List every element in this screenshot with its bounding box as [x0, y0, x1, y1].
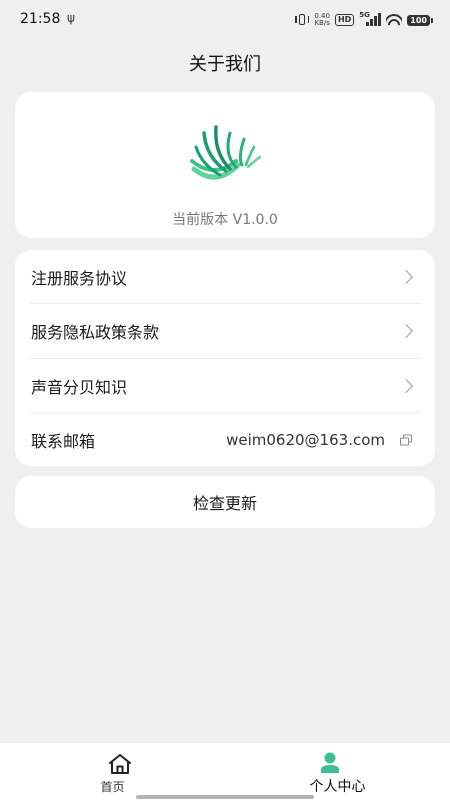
- menu-item-label: 声音分贝知识: [31, 378, 128, 397]
- chevron-right-icon: [398, 323, 414, 339]
- check-update-button[interactable]: 检查更新: [15, 476, 435, 528]
- status-time: 21:58: [20, 11, 61, 27]
- contact-email-value: weim0620@163.com: [226, 431, 385, 449]
- page-title: 关于我们: [189, 54, 261, 75]
- menu-item-label: 联系邮箱: [31, 432, 96, 451]
- tab-label: 首页: [100, 780, 125, 794]
- check-update-label: 检查更新: [192, 494, 257, 513]
- net-speed-unit: KB/s: [314, 19, 330, 27]
- status-icons: 0.40 KB/s HD 5G 100: [295, 11, 433, 28]
- app-logo-icon: [190, 125, 262, 180]
- menu-item-decibel-knowledge[interactable]: 声音分贝知识: [15, 359, 435, 413]
- menu-item-privacy[interactable]: 服务隐私政策条款: [15, 304, 435, 358]
- status-bar: 21:58 ψ 0.40 KB/s HD 5G 100: [0, 0, 450, 40]
- usb-icon: ψ: [67, 11, 75, 25]
- hd-badge: HD: [334, 14, 355, 26]
- gesture-bar: [136, 795, 314, 799]
- menu-item-label: 注册服务协议: [31, 269, 128, 288]
- chevron-right-icon: [398, 378, 414, 394]
- menu-item-contact-email: 联系邮箱 weim0620@163.com: [15, 413, 435, 467]
- person-icon: [321, 752, 339, 773]
- vibrate-icon: [295, 13, 310, 27]
- copy-icon[interactable]: [400, 434, 412, 446]
- menu-item-terms[interactable]: 注册服务协议: [15, 250, 435, 304]
- menu-item-label: 服务隐私政策条款: [31, 323, 160, 342]
- battery-icon: 100: [407, 14, 433, 26]
- version-text: 当前版本 V1.0.0: [172, 212, 278, 228]
- signal-icon: 5G: [359, 11, 382, 27]
- home-icon: [109, 754, 131, 774]
- net-speed: 0.40 KB/s: [314, 13, 330, 27]
- chevron-right-icon: [398, 269, 414, 285]
- network-type: 5G: [359, 11, 370, 19]
- wifi-icon: [386, 13, 403, 27]
- tab-label: 个人中心: [309, 779, 366, 795]
